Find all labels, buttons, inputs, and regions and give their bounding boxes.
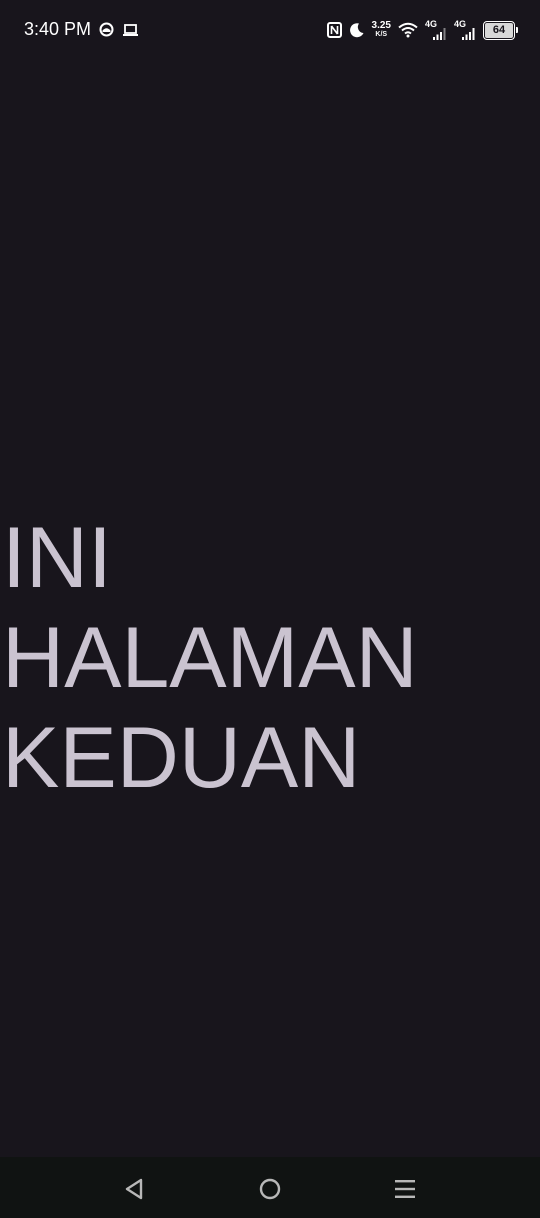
back-triangle-icon: [125, 1178, 143, 1200]
status-bar: 3:40 PM 3.25 K/S 4G 4G 64: [0, 0, 540, 60]
signal-bars-icon: [433, 28, 446, 40]
nfc-icon: [326, 22, 342, 38]
page-heading: INI HALAMAN KEDUAN: [2, 510, 418, 806]
battery-body: 64: [483, 20, 515, 40]
network-speed: 3.25 K/S: [372, 21, 391, 39]
navigation-bar: [0, 1157, 540, 1218]
status-left: 3:40 PM: [24, 19, 139, 40]
network-speed-unit: K/S: [375, 31, 388, 38]
status-time: 3:40 PM: [24, 19, 92, 39]
network-speed-value: 3.25: [371, 20, 391, 31]
wifi-icon: [398, 22, 418, 38]
app-notification-icon: [99, 22, 114, 37]
sim1-signal: 4G: [425, 20, 447, 40]
battery-level: 64: [485, 22, 513, 38]
moon-icon: [349, 22, 365, 38]
battery-icon: 64: [483, 20, 518, 40]
status-right: 3.25 K/S 4G 4G 64: [326, 18, 518, 42]
battery-nub: [516, 27, 518, 33]
home-button[interactable]: [256, 1175, 284, 1203]
sim2-signal: 4G: [454, 20, 476, 40]
signal-bars-icon: [462, 28, 475, 40]
recents-button[interactable]: [391, 1175, 419, 1203]
home-circle-icon: [259, 1178, 281, 1200]
screen: 3:40 PM 3.25 K/S 4G 4G 64 INI HALAMAN KE…: [0, 0, 540, 1218]
back-button[interactable]: [120, 1175, 148, 1203]
menu-lines-icon: [395, 1180, 415, 1198]
laptop-icon: [122, 23, 139, 37]
